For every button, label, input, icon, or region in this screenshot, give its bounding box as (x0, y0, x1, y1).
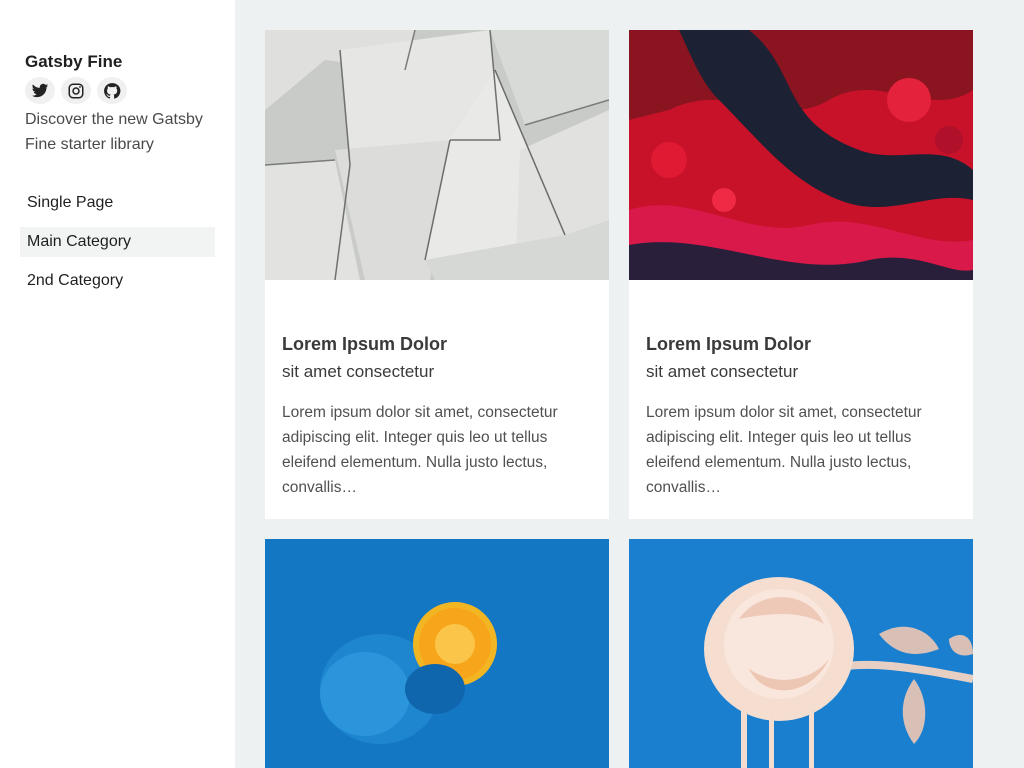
white-paper-sheets-photo (265, 30, 609, 280)
nav-item-2nd-category[interactable]: 2nd Category (20, 266, 215, 296)
card-body: Lorem Ipsum Dolor sit amet consectetur L… (629, 280, 973, 519)
github-icon (104, 82, 121, 99)
card-body: Lorem Ipsum Dolor sit amet consectetur L… (265, 280, 609, 519)
site-tagline: Discover the new Gatsby Fine starter lib… (25, 111, 203, 153)
post-card[interactable] (265, 539, 609, 768)
card-excerpt: Lorem ipsum dolor sit amet, consectetur … (646, 404, 922, 496)
category-nav: Single Page Main Category 2nd Category (20, 188, 215, 305)
post-card[interactable] (629, 539, 973, 768)
nav-item-single-page[interactable]: Single Page (20, 188, 215, 218)
card-title[interactable]: Lorem Ipsum Dolor (646, 333, 956, 356)
card-subtitle: sit amet consectetur (646, 362, 799, 381)
nav-item-main-category[interactable]: Main Category (20, 227, 215, 257)
site-title[interactable]: Gatsby Fine (25, 52, 122, 72)
post-card[interactable]: Lorem Ipsum Dolor sit amet consectetur L… (265, 30, 609, 519)
card-subtitle: sit amet consectetur (282, 362, 435, 381)
blue-orange-photo (265, 539, 609, 768)
card-excerpt: Lorem ipsum dolor sit amet, consectetur … (282, 404, 558, 496)
github-link[interactable] (97, 77, 127, 104)
twitter-link[interactable] (25, 77, 55, 104)
twitter-icon (31, 83, 49, 97)
social-links (25, 77, 127, 104)
instagram-icon (68, 83, 84, 98)
red-fluid-paint-photo (629, 30, 973, 280)
post-card[interactable]: Lorem Ipsum Dolor sit amet consectetur L… (629, 30, 973, 519)
pink-rose-photo (629, 539, 973, 768)
card-title[interactable]: Lorem Ipsum Dolor (282, 333, 592, 356)
instagram-link[interactable] (61, 77, 91, 104)
sidebar: Gatsby Fine Discover the new Gatsby Fine… (0, 0, 235, 768)
